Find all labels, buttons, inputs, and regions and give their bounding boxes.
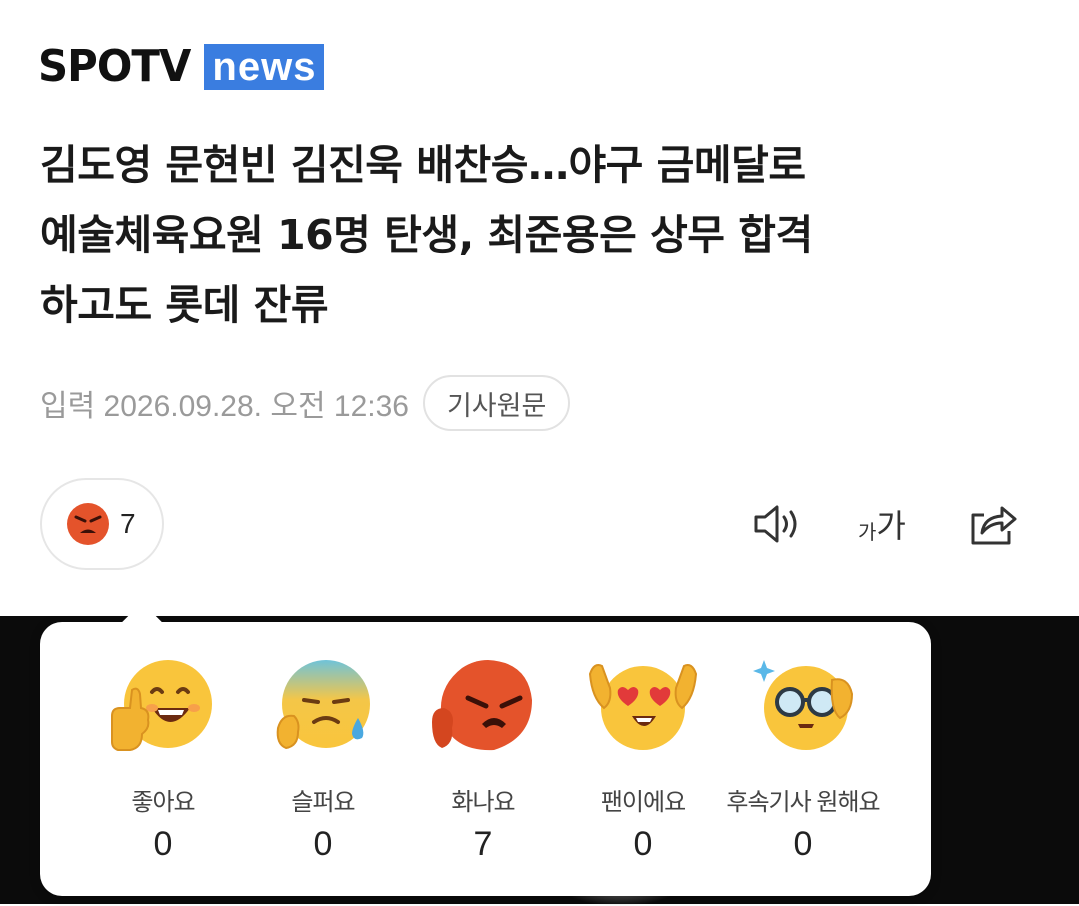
headline-line: 예술체육요원 16명 탄생, 최준용은 상무 합격 (40, 211, 813, 259)
reaction-label: 좋아요 (131, 789, 195, 816)
reaction-count: 0 (793, 825, 813, 863)
share-button[interactable] (968, 498, 1018, 550)
reaction-sad-button[interactable]: 슬퍼요 0 (243, 658, 403, 864)
font-size-button[interactable]: 가 가 (858, 498, 906, 550)
reaction-label: 화나요 (451, 789, 515, 816)
logo-main-text: SPOTV (38, 41, 191, 92)
angry-face-icon (67, 503, 109, 545)
headline-line: 김도영 문현빈 김진욱 배찬승…야구 금메달로 (40, 141, 806, 189)
article-meta: 입력 2026.09.28. 오전 12:36 기사원문 (40, 374, 571, 432)
share-icon (971, 506, 1017, 545)
reaction-total-count: 7 (120, 508, 136, 539)
reaction-label: 슬퍼요 (291, 789, 355, 816)
publish-date: 입력 2026.09.28. 오전 12:36 (40, 390, 409, 423)
article-headline: 김도영 문현빈 김진욱 배찬승…야구 금메달로 예술체육요원 16명 탄생, 최… (40, 130, 1050, 340)
reaction-fan-button[interactable]: 팬이에요 0 (563, 658, 723, 864)
reaction-label: 팬이에요 (600, 789, 686, 816)
reaction-label: 후속기사 원해요 (726, 789, 880, 816)
audio-button[interactable] (752, 498, 804, 550)
original-article-button[interactable]: 기사원문 (422, 375, 571, 431)
font-size-large-label: 가 (876, 507, 906, 545)
headline-line: 하고도 롯데 잔류 (40, 281, 329, 329)
reaction-count: 0 (313, 825, 333, 863)
thumbs-up-face-icon (111, 660, 212, 751)
reaction-count: 0 (153, 825, 173, 863)
heart-eyes-face-icon (588, 664, 698, 750)
reaction-summary-button[interactable]: 7 (40, 478, 164, 570)
speaker-icon (754, 505, 797, 543)
font-size-small-label: 가 (858, 519, 877, 544)
reaction-popup: 좋아요 0 슬퍼요 0 화나요 7 팬이에요 0 후속기사 원해요 0 (40, 602, 931, 896)
brand-logo[interactable]: SPOTV news (38, 41, 325, 92)
reaction-follow-up-button[interactable]: 후속기사 원해요 0 (723, 658, 883, 864)
logo-sub-text: news (204, 44, 325, 90)
reaction-like-button[interactable]: 좋아요 0 (83, 658, 243, 864)
reaction-count: 7 (473, 825, 493, 863)
reaction-count: 0 (633, 825, 653, 863)
crying-face-icon (276, 660, 370, 750)
reaction-angry-button[interactable]: 화나요 7 (403, 658, 563, 864)
angry-face-icon (432, 660, 532, 751)
glasses-face-icon (753, 660, 854, 750)
